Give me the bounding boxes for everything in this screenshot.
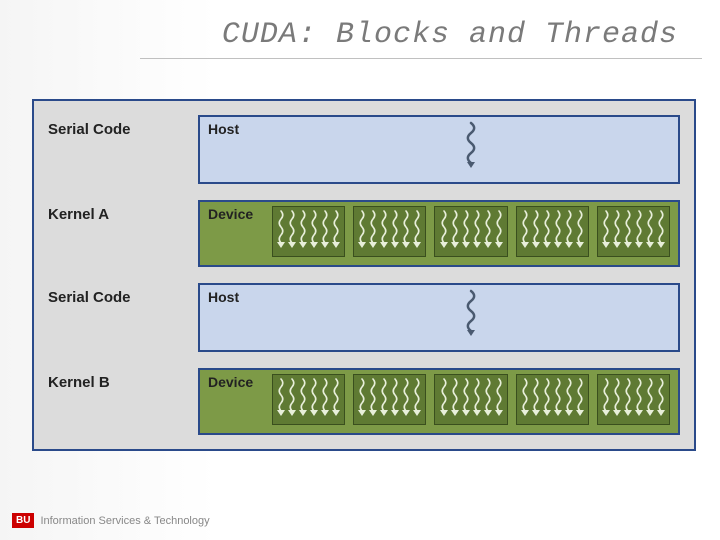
thread-squiggle-icon [461, 209, 471, 254]
box-label: Host [208, 289, 262, 305]
thread-squiggle-icon [390, 209, 400, 254]
thread-squiggle-icon [390, 377, 400, 422]
box-label: Host [208, 121, 262, 137]
row-label: Kernel A [48, 200, 198, 267]
thread-squiggle-icon [331, 209, 341, 254]
thread-squiggle-icon [439, 377, 449, 422]
thread-squiggle-icon [401, 377, 411, 422]
thread-squiggle-icon [379, 377, 389, 422]
thread-squiggle-icon [634, 209, 644, 254]
thread-squiggle-icon [564, 209, 574, 254]
thread-squiggle-icon [531, 209, 541, 254]
footer: BU Information Services & Technology [12, 513, 210, 528]
thread-block [516, 374, 589, 425]
thread-squiggle-icon [542, 209, 552, 254]
thread-block [434, 206, 507, 257]
blocks-area [272, 374, 670, 425]
thread-squiggle-icon [656, 209, 666, 254]
thread-squiggle-icon [634, 377, 644, 422]
thread-squiggle-icon [450, 209, 460, 254]
thread-block [353, 206, 426, 257]
thread-squiggle-icon [287, 377, 297, 422]
thread-squiggle-icon [276, 209, 286, 254]
row-label: Serial Code [48, 115, 198, 184]
footer-text: Information Services & Technology [40, 515, 209, 527]
diagram-row: Serial Code Host [48, 115, 680, 184]
row-label: Serial Code [48, 283, 198, 352]
thread-squiggle-icon [462, 121, 480, 174]
thread-squiggle-icon [320, 209, 330, 254]
row-label: Kernel B [48, 368, 198, 435]
device-box: Device [198, 200, 680, 267]
thread-squiggle-icon [379, 209, 389, 254]
thread-squiggle-icon [553, 209, 563, 254]
thread-squiggle-icon [276, 377, 286, 422]
box-label: Device [208, 374, 262, 390]
thread-squiggle-icon [412, 377, 422, 422]
thread-squiggle-icon [553, 377, 563, 422]
thread-squiggle-icon [494, 377, 504, 422]
thread-block [597, 206, 670, 257]
thread-squiggle-icon [612, 377, 622, 422]
execution-diagram: Serial Code Host Kernel A Device [32, 99, 696, 451]
thread-squiggle-icon [298, 377, 308, 422]
thread-squiggle-icon [623, 209, 633, 254]
thread-squiggle-icon [601, 377, 611, 422]
page-title: CUDA: Blocks and Threads [140, 0, 702, 59]
thread-squiggle-icon [320, 377, 330, 422]
thread-squiggle-icon [439, 209, 449, 254]
thread-squiggle-icon [357, 377, 367, 422]
thread-squiggle-icon [309, 209, 319, 254]
thread-squiggle-icon [483, 209, 493, 254]
thread-squiggle-icon [564, 377, 574, 422]
thread-squiggle-icon [494, 209, 504, 254]
thread-squiggle-icon [575, 377, 585, 422]
thread-squiggle-icon [461, 377, 471, 422]
thread-squiggle-icon [472, 209, 482, 254]
thread-squiggle-icon [368, 377, 378, 422]
host-thread-area [272, 121, 670, 174]
thread-squiggle-icon [462, 289, 480, 342]
thread-squiggle-icon [520, 209, 530, 254]
thread-squiggle-icon [623, 377, 633, 422]
thread-block [272, 374, 345, 425]
thread-squiggle-icon [645, 377, 655, 422]
host-box: Host [198, 115, 680, 184]
thread-squiggle-icon [368, 209, 378, 254]
thread-squiggle-icon [309, 377, 319, 422]
thread-block [353, 374, 426, 425]
thread-squiggle-icon [520, 377, 530, 422]
thread-squiggle-icon [656, 377, 666, 422]
thread-squiggle-icon [412, 209, 422, 254]
thread-squiggle-icon [287, 209, 297, 254]
thread-squiggle-icon [450, 377, 460, 422]
thread-squiggle-icon [331, 377, 341, 422]
diagram-row: Kernel B Device [48, 368, 680, 435]
thread-squiggle-icon [298, 209, 308, 254]
thread-squiggle-icon [645, 209, 655, 254]
host-thread-area [272, 289, 670, 342]
thread-squiggle-icon [601, 209, 611, 254]
diagram-row: Serial Code Host [48, 283, 680, 352]
thread-block [516, 206, 589, 257]
thread-squiggle-icon [472, 377, 482, 422]
thread-block [272, 206, 345, 257]
device-box: Device [198, 368, 680, 435]
thread-block [597, 374, 670, 425]
bu-logo-badge: BU [12, 513, 34, 528]
thread-squiggle-icon [612, 209, 622, 254]
host-box: Host [198, 283, 680, 352]
blocks-area [272, 206, 670, 257]
thread-squiggle-icon [531, 377, 541, 422]
thread-squiggle-icon [483, 377, 493, 422]
diagram-row: Kernel A Device [48, 200, 680, 267]
thread-squiggle-icon [542, 377, 552, 422]
thread-squiggle-icon [357, 209, 367, 254]
thread-squiggle-icon [575, 209, 585, 254]
thread-block [434, 374, 507, 425]
thread-squiggle-icon [401, 209, 411, 254]
box-label: Device [208, 206, 262, 222]
